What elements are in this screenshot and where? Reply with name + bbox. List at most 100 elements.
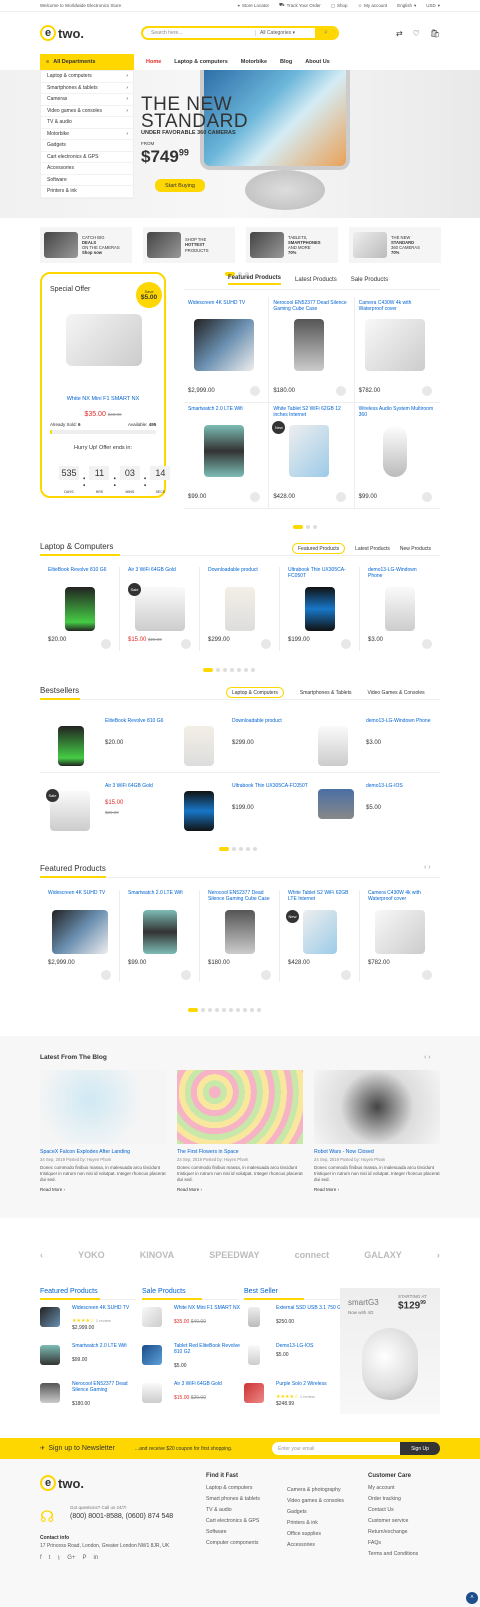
tab-featured-products[interactable]: Featured Products	[228, 275, 282, 285]
product-name[interactable]: Widescreen 4K SUHD TV	[48, 890, 111, 904]
store-locator-link[interactable]: ⌖ Store Locator	[237, 2, 269, 9]
product-card[interactable]: Wireless Audio System Multiroom 360 $99.0…	[354, 403, 440, 509]
bestseller-item[interactable]: Sale Air 3 WiFi 64GB Gold $15.00 $20.00	[46, 783, 153, 843]
product-card[interactable]: Air 3 WiFi 64GB Gold Sale $15.00 $20.00	[120, 567, 200, 651]
special-product-name[interactable]: White NX Mini F1 SMART NX	[42, 396, 164, 402]
product-card[interactable]: Nerocool EN52377 Dead Silence Gaming Cub…	[200, 890, 280, 982]
pager-dot[interactable]	[239, 847, 243, 851]
read-more-link[interactable]: Read More ›	[177, 1187, 303, 1192]
brand-logo[interactable]: SPEEDWAY	[209, 1250, 259, 1260]
product-image[interactable]	[184, 726, 214, 766]
facebook-icon[interactable]: f	[40, 1555, 42, 1562]
product-image[interactable]	[318, 789, 354, 819]
bestseller-item[interactable]: EliteBook Revolve 810 G6 $20.00	[50, 718, 163, 778]
special-product-image[interactable]	[66, 314, 142, 366]
product-image[interactable]	[204, 425, 244, 477]
product-card[interactable]: Ultrabook Thin UX305CA-FC050T $199.00	[280, 567, 360, 651]
pager-dot[interactable]	[250, 1008, 254, 1012]
product-name[interactable]: Air 3 WiFi 64GB Gold	[174, 1381, 244, 1387]
product-card[interactable]: Smartwatch 2.0 LTE Wifi $99.00	[184, 403, 270, 509]
pager-dot[interactable]	[223, 668, 227, 672]
pager-dot[interactable]	[208, 1008, 212, 1012]
search-category-select[interactable]: All Categories ▾	[254, 30, 315, 36]
pager-dot[interactable]	[243, 1008, 247, 1012]
nav-about-us[interactable]: About Us	[305, 59, 329, 65]
mini-item[interactable]: Demo13-LG-IOS $5.00	[244, 1343, 340, 1376]
product-image[interactable]	[224, 910, 255, 954]
blog-post-image[interactable]	[314, 1070, 440, 1144]
product-name[interactable]: External SSD USB 3.1 750 GB	[276, 1305, 346, 1311]
footer-link[interactable]: Laptop & computers	[206, 1485, 260, 1496]
add-to-cart-icon[interactable]	[101, 970, 111, 980]
footer-link[interactable]: Software	[206, 1529, 260, 1540]
product-image[interactable]	[142, 910, 177, 954]
product-card[interactable]: White Tablet S2 WiFi 62GB 12 inches Inte…	[269, 403, 355, 509]
tab-new[interactable]: New Products	[400, 546, 431, 552]
rss-icon[interactable]: ⌇	[57, 1555, 60, 1562]
search-input[interactable]: Search here...	[143, 30, 255, 36]
mini-item[interactable]: Air 3 WiFi 64GB Gold $15.00 $20.00	[142, 1381, 238, 1414]
dept-item[interactable]: Cameras ›	[41, 94, 133, 106]
start-buying-button[interactable]: Start Buying	[155, 179, 205, 192]
footer-link[interactable]: Cart electronics & GPS	[206, 1518, 260, 1529]
pager-dot[interactable]	[188, 1008, 198, 1012]
prev-arrow-icon[interactable]: ‹	[424, 864, 426, 871]
footer-link[interactable]: Accessories	[287, 1542, 344, 1553]
product-name[interactable]: Wireless Audio System Multiroom 360	[359, 406, 436, 419]
read-more-link[interactable]: Read More ›	[40, 1187, 166, 1192]
dept-item[interactable]: Accessories	[41, 163, 133, 175]
logo[interactable]: e two.	[40, 25, 84, 41]
shop-link[interactable]: ▢ Shop	[331, 2, 348, 9]
product-name[interactable]: Smartwatch 2.0 LTE Wifi	[188, 406, 264, 419]
brand-logo[interactable]: YOKO	[78, 1250, 105, 1260]
pager-dot[interactable]	[257, 1008, 261, 1012]
dept-item[interactable]: Motorbike ›	[41, 129, 133, 140]
dept-item[interactable]: Cart electronics & GPS	[41, 152, 133, 163]
product-card[interactable]: Nerocool EN52377 Dead Silence Gaming Cub…	[269, 297, 355, 403]
product-name[interactable]: Nerocool EN52377 Dead Silence Gaming Cub…	[273, 300, 349, 313]
blog-post-title[interactable]: The First Flowers in Space	[177, 1149, 303, 1155]
product-name[interactable]: Camera C430W 4k with Waterproof cover	[359, 300, 436, 313]
pager-dot[interactable]	[306, 525, 310, 529]
add-to-cart-icon[interactable]	[250, 492, 261, 502]
product-name[interactable]: Smartwatch 2.0 LTE Wifi	[128, 890, 191, 904]
currency-select[interactable]: USD ▾	[426, 2, 440, 9]
mini-item[interactable]: Tablet Red EliteBook Revolve 810 G2 $5.00	[142, 1343, 240, 1376]
dept-item[interactable]: Gadgets	[41, 140, 133, 152]
linkedin-icon[interactable]: in	[93, 1555, 98, 1562]
product-image[interactable]	[244, 1383, 264, 1403]
promo-banner[interactable]: CATCH BIG DEALS ON THE CAMERAS Shop now	[40, 227, 132, 263]
prev-arrow-icon[interactable]: ‹	[40, 1250, 43, 1260]
all-departments-button[interactable]: ≡ All Departments	[40, 54, 134, 70]
brand-logo[interactable]: connect	[295, 1250, 330, 1260]
product-image[interactable]	[289, 425, 330, 477]
blog-post-image[interactable]	[177, 1070, 303, 1144]
pager-dot[interactable]	[219, 847, 229, 851]
footer-link[interactable]: Computer components	[206, 1540, 260, 1551]
product-card[interactable]: Downloadable product $299.00	[200, 567, 280, 651]
product-image[interactable]	[318, 726, 348, 766]
add-to-cart-icon[interactable]	[422, 492, 432, 502]
product-name[interactable]: Nerocool EN52377 Dead Silence Gaming	[72, 1381, 142, 1393]
pager-dot[interactable]	[230, 668, 234, 672]
bestseller-item[interactable]: demo13-LG-Windown Phone $3.00	[318, 718, 430, 778]
product-image[interactable]	[64, 587, 95, 631]
add-to-cart-icon[interactable]	[181, 639, 191, 649]
product-name[interactable]: Tablet Red EliteBook Revolve 810 G2	[174, 1343, 244, 1355]
twitter-icon[interactable]: t	[49, 1555, 51, 1562]
tab-video-games[interactable]: Video Games & Consoles	[367, 690, 424, 696]
add-to-cart-icon[interactable]	[335, 386, 346, 396]
pager-dot[interactable]	[244, 668, 248, 672]
footer-link[interactable]: Order tracking	[368, 1496, 418, 1507]
footer-link[interactable]: Printers & ink	[287, 1520, 344, 1531]
product-name[interactable]: Air 3 WiFi 64GB Gold	[105, 783, 185, 789]
nav-laptop-computers[interactable]: Laptop & computers	[174, 59, 227, 65]
pager-dot[interactable]	[203, 668, 213, 672]
product-image[interactable]	[302, 910, 337, 954]
product-image[interactable]	[304, 587, 335, 631]
product-image[interactable]	[248, 1307, 260, 1327]
product-name[interactable]: Nerocool EN52377 Dead Silence Gaming Cub…	[208, 890, 271, 904]
track-order-link[interactable]: ⛟ Track Your Order	[279, 2, 321, 9]
bestseller-item[interactable]: demo13-LG-IOS $5.00	[318, 783, 408, 843]
promo-banner[interactable]: THE NEW STANDARD 360 CAMERAS 70%	[349, 227, 441, 263]
